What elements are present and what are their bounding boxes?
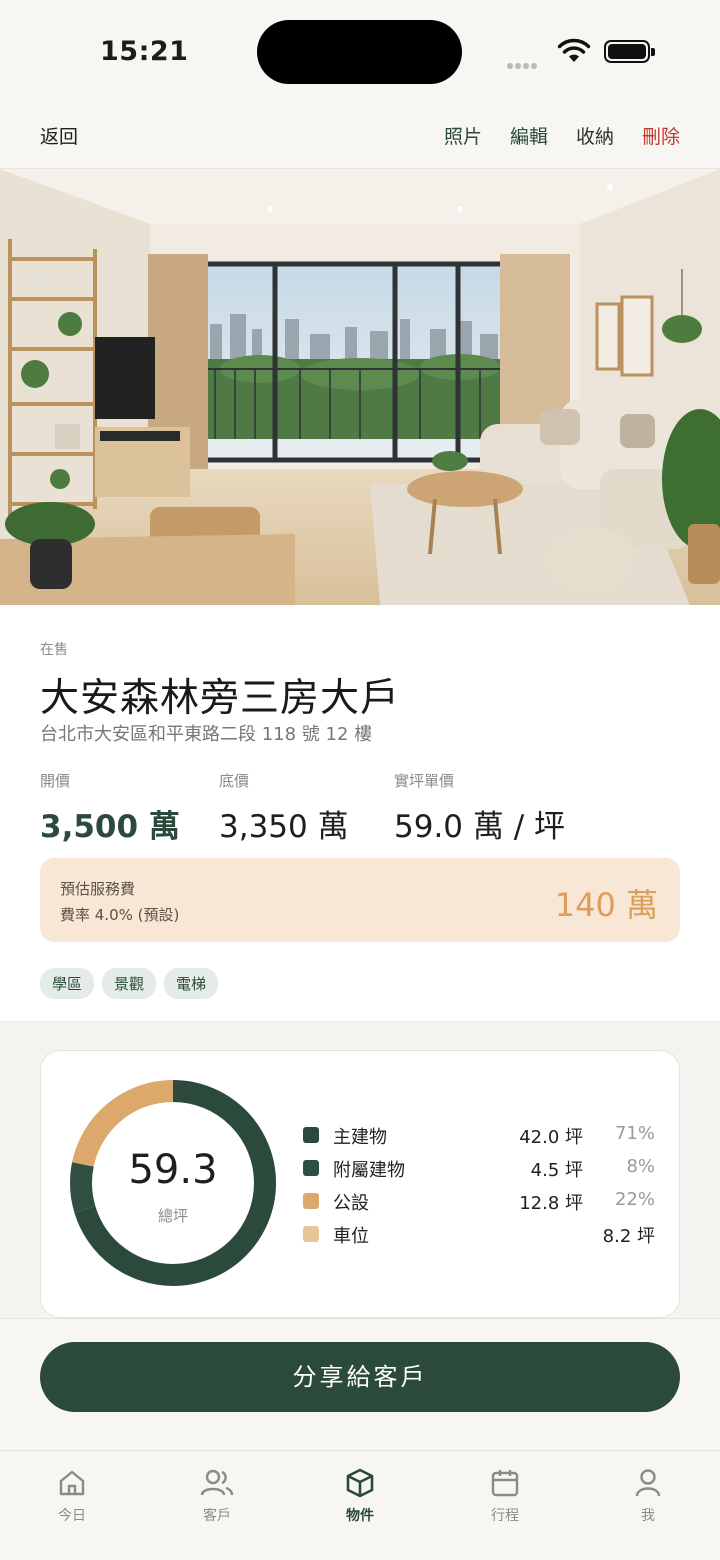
legend-swatch [303, 1127, 319, 1143]
service-fee-amount: 140 萬 [554, 886, 658, 924]
service-fee-title: 預估服務費 [60, 880, 136, 898]
delete-button[interactable]: 刪除 [642, 122, 680, 149]
legend-percent: 71% [614, 1123, 655, 1144]
service-fee-card: 預估服務費 費率 4.0% (預設) 140 萬 [40, 858, 680, 942]
nav-actions: 照片 編輯 收納 刪除 [444, 122, 680, 149]
service-fee-rate: 費率 4.0% (預設) [60, 906, 180, 924]
battery-icon [604, 40, 655, 63]
total-area-value: 59.3 [128, 1147, 218, 1193]
listing-info: 在售 大安森林旁三房大戶 台北市大安區和平東路二段 118 號 12 樓 開價 … [0, 605, 720, 1022]
home-icon [59, 1470, 85, 1496]
cta-bar: 分享給客戶 [0, 1318, 720, 1450]
unit-price-value: 59.0 萬 / 坪 [394, 809, 566, 845]
tab-today[interactable]: 今日 [22, 1467, 122, 1525]
tab-clients[interactable]: 客戶 [167, 1467, 267, 1525]
legend-size: 4.5 坪 [530, 1160, 583, 1181]
listing-address: 台北市大安區和平東路二段 118 號 12 樓 [40, 724, 373, 745]
legend-percent: 22% [614, 1189, 655, 1210]
tab-schedule[interactable]: 行程 [455, 1467, 555, 1525]
legend-row: 附屬建物 4.5 坪 8% [303, 1154, 655, 1187]
edit-button[interactable]: 編輯 [510, 122, 548, 149]
listing-title: 大安森林旁三房大戶 [40, 676, 401, 721]
asking-price: 開價 3,500 萬 [40, 770, 180, 846]
share-to-client-button[interactable]: 分享給客戶 [40, 1342, 680, 1412]
legend-swatch [303, 1226, 319, 1242]
legend-row: 主建物 42.0 坪 71% [303, 1121, 655, 1154]
back-button[interactable]: 返回 [40, 122, 78, 149]
total-area-label: 總坪 [157, 1207, 188, 1225]
legend-swatch [303, 1160, 319, 1176]
legend-size: 8.2 坪 [602, 1226, 655, 1247]
dynamic-island [257, 20, 462, 84]
tab-properties[interactable]: 物件 [310, 1467, 410, 1525]
tab-today-label: 今日 [58, 1508, 86, 1524]
legend-size: 12.8 坪 [519, 1193, 583, 1214]
legend-name: 主建物 [333, 1127, 387, 1148]
legend-size: 42.0 坪 [519, 1127, 583, 1148]
status-time: 15:21 [100, 36, 189, 67]
tab-properties-label: 物件 [346, 1508, 374, 1524]
users-icon [200, 1469, 234, 1496]
floor-price-value: 3,350 萬 [219, 809, 349, 845]
wifi-icon [557, 38, 591, 62]
floor-price: 底價 3,350 萬 [219, 770, 349, 846]
area-legend: 主建物 42.0 坪 71% 附屬建物 4.5 坪 8% 公設 12.8 坪 2… [303, 1121, 655, 1253]
unit-price: 實坪單價 59.0 萬 / 坪 [394, 770, 565, 846]
tab-schedule-label: 行程 [491, 1508, 519, 1524]
listing-status: 在售 [40, 642, 68, 658]
legend-name: 公設 [333, 1193, 369, 1214]
area-card: 59.3 總坪 主建物 42.0 坪 71% 附屬建物 4.5 坪 8% 公設 … [40, 1050, 680, 1318]
unit-price-label: 實坪單價 [394, 772, 455, 790]
tab-me[interactable]: 我 [598, 1467, 698, 1525]
feature-tags: 學區 景觀 電梯 [40, 968, 219, 999]
person-icon [635, 1469, 661, 1497]
area-section: 59.3 總坪 主建物 42.0 坪 71% 附屬建物 4.5 坪 8% 公設 … [0, 1022, 720, 1318]
calendar-icon [491, 1470, 519, 1497]
archive-button[interactable]: 收納 [576, 122, 614, 149]
feature-tag: 景觀 [102, 968, 157, 999]
tab-bar: 今日 客戶 物件 行程 我 [0, 1450, 720, 1560]
feature-tag: 電梯 [164, 968, 219, 999]
legend-row: 車位 8.2 坪 [303, 1220, 655, 1253]
legend-row: 公設 12.8 坪 22% [303, 1187, 655, 1220]
legend-swatch [303, 1193, 319, 1209]
nav-bar: 返回 照片 編輯 收納 刪除 [0, 100, 720, 169]
listing-photo[interactable] [0, 169, 720, 605]
asking-price-value: 3,500 萬 [40, 809, 180, 845]
box-icon [346, 1468, 374, 1498]
asking-price-label: 開價 [40, 772, 71, 790]
living-room-illustration [0, 169, 720, 605]
legend-name: 附屬建物 [333, 1160, 405, 1181]
legend-percent: 8% [626, 1156, 655, 1177]
photos-button[interactable]: 照片 [444, 122, 482, 149]
feature-tag: 學區 [40, 968, 95, 999]
legend-name: 車位 [333, 1226, 369, 1247]
signal-dots-icon [507, 54, 539, 73]
status-bar: 15:21 [0, 0, 720, 100]
tab-me-label: 我 [641, 1508, 655, 1524]
tab-clients-label: 客戶 [203, 1508, 231, 1524]
floor-price-label: 底價 [219, 772, 250, 790]
